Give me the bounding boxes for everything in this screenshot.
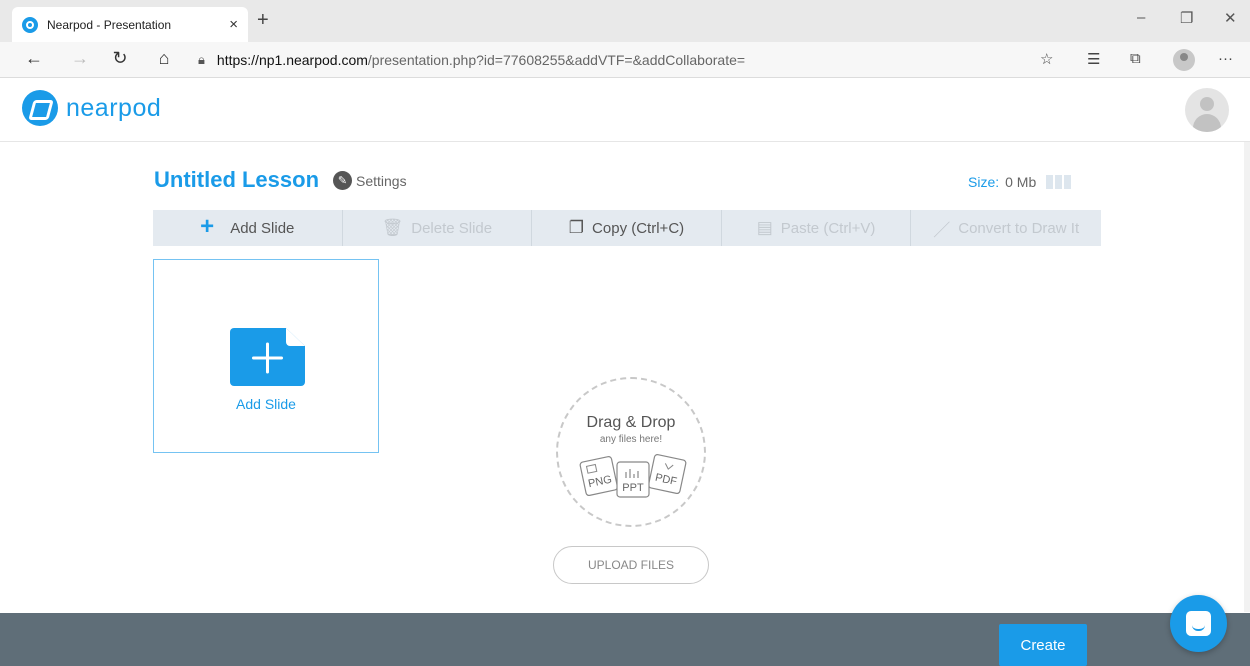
- trash-icon: 🗑︎: [381, 218, 404, 237]
- convert-label: Convert to Draw It: [958, 219, 1080, 237]
- drag-drop-zone[interactable]: Drag & Drop any files here! PNG PDF PPT: [556, 377, 706, 527]
- drag-drop-subtitle: any files here!: [599, 434, 663, 445]
- nearpod-logo-icon: [22, 90, 58, 126]
- window-close-button[interactable]: ✕: [1224, 9, 1237, 27]
- add-slide-card-label: Add Slide: [236, 396, 296, 412]
- lesson-title[interactable]: Untitled Lesson: [154, 167, 319, 193]
- home-icon[interactable]: ⌂: [152, 48, 176, 69]
- copy-icon: ❐: [568, 218, 585, 237]
- settings-label: Settings: [356, 172, 407, 189]
- paste-icon: ▤: [756, 218, 773, 237]
- refresh-icon[interactable]: ↻: [108, 48, 132, 69]
- drag-drop-title: Drag & Drop: [586, 414, 676, 431]
- back-icon[interactable]: ←: [22, 48, 46, 69]
- footer-bar: Create: [0, 613, 1250, 666]
- add-slide-icon: [230, 328, 305, 386]
- paste-label: Paste (Ctrl+V): [780, 219, 876, 237]
- tab-title: Nearpod - Presentation: [47, 17, 172, 32]
- size-meter: [1046, 175, 1073, 189]
- slide-toolbar: + Add Slide 🗑︎ Delete Slide ❐ Copy (Ctrl…: [153, 210, 1101, 246]
- create-button[interactable]: Create: [999, 624, 1087, 666]
- delete-slide-button[interactable]: 🗑︎ Delete Slide: [343, 210, 533, 246]
- page-scrollbar[interactable]: [1244, 142, 1250, 612]
- file-types-icon: PNG PDF PPT: [579, 454, 687, 498]
- minimize-button[interactable]: –: [1137, 9, 1145, 26]
- file-type-ppt: PPT: [622, 482, 644, 494]
- browser-profile-icon[interactable]: [1173, 49, 1195, 71]
- copy-label: Copy (Ctrl+C): [592, 219, 685, 237]
- new-tab-button[interactable]: +: [257, 9, 269, 32]
- collections-icon[interactable]: ⧉: [1130, 50, 1141, 67]
- settings-button[interactable]: ✎ Settings: [333, 171, 407, 190]
- more-menu-icon[interactable]: ···: [1218, 50, 1233, 67]
- chat-support-icon[interactable]: [1170, 595, 1227, 652]
- size-indicator: Size: 0 Mb: [968, 174, 1073, 190]
- add-slide-label: Add Slide: [230, 219, 295, 237]
- add-slide-card[interactable]: Add Slide: [153, 259, 379, 453]
- size-label: Size:: [968, 174, 1000, 190]
- add-slide-button[interactable]: + Add Slide: [153, 210, 343, 246]
- favorite-star-icon[interactable]: ☆: [1040, 50, 1053, 68]
- browser-tab[interactable]: Nearpod - Presentation ×: [12, 7, 248, 42]
- lock-icon: 🔒︎: [198, 52, 205, 67]
- convert-draw-it-button[interactable]: ／ Convert to Draw It: [911, 210, 1101, 246]
- restore-button[interactable]: ❐: [1180, 9, 1193, 27]
- url-field[interactable]: 🔒︎ https://np1.nearpod.com/presentation.…: [198, 47, 1078, 73]
- delete-slide-label: Delete Slide: [411, 219, 493, 237]
- copy-button[interactable]: ❐ Copy (Ctrl+C): [532, 210, 722, 246]
- favorites-list-icon[interactable]: ☰: [1087, 50, 1100, 68]
- browser-address-bar: ← → ↻ ⌂ 🔒︎ https://np1.nearpod.com/prese…: [0, 42, 1250, 78]
- pen-icon: ／: [933, 220, 951, 240]
- nearpod-logo[interactable]: nearpod: [22, 90, 161, 126]
- browser-tabbar: Nearpod - Presentation × + – ❐ ✕: [0, 0, 1250, 42]
- user-avatar[interactable]: [1185, 88, 1229, 132]
- forward-icon[interactable]: →: [68, 48, 92, 69]
- url-host: https://np1.nearpod.com: [216, 52, 368, 68]
- plus-icon: +: [200, 213, 215, 240]
- url-path: /presentation.php?id=77608255&addVTF=&ad…: [367, 52, 746, 68]
- logo-text: nearpod: [66, 93, 162, 122]
- tab-close-icon[interactable]: ×: [229, 16, 238, 33]
- upload-files-button[interactable]: UPLOAD FILES: [553, 546, 709, 584]
- size-value: 0 Mb: [1005, 174, 1037, 190]
- paste-button[interactable]: ▤ Paste (Ctrl+V): [722, 210, 912, 246]
- nearpod-favicon-icon: [22, 16, 38, 33]
- app-header: nearpod: [0, 78, 1250, 142]
- pencil-icon: ✎: [333, 171, 352, 190]
